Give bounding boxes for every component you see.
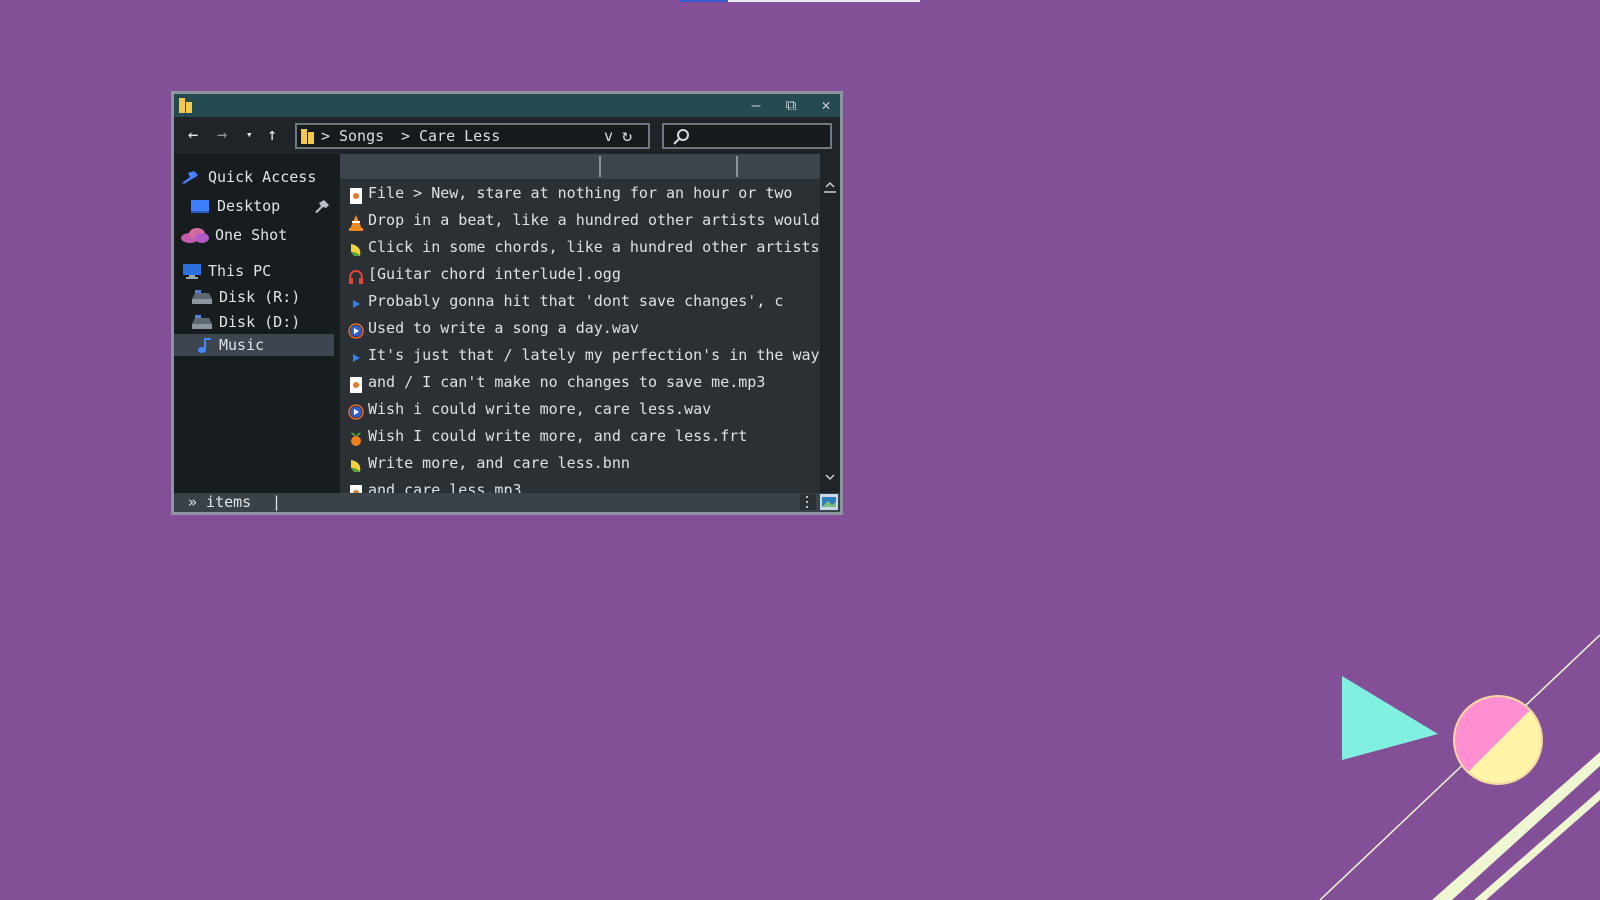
disk-drive-icon	[192, 315, 212, 329]
file-name: Probably gonna hit that 'dont save chang…	[368, 292, 784, 310]
navigation-pane: Quick Access Desktop One Shot This PC Di…	[174, 154, 340, 493]
sidebar-label: One Shot	[215, 226, 288, 244]
fruit-icon	[348, 429, 364, 446]
file-name: Click in some chords, like a hundred oth…	[368, 238, 820, 256]
pinned-icon	[315, 200, 329, 213]
cloud-icon	[181, 228, 209, 243]
play-arrow-icon	[348, 348, 364, 364]
vertical-scrollbar[interactable]	[820, 154, 840, 493]
file-name: Wish I could write more, and care less.f…	[368, 427, 748, 445]
media-player-icon	[348, 402, 364, 420]
details-view-icon[interactable]	[800, 494, 816, 510]
column-divider[interactable]	[599, 156, 601, 177]
thin-diagonal-line	[1319, 634, 1600, 900]
desktop: – ⧉ ✕ ← → ▾ ↑ > Songs > Care Less v ↻ Qu…	[0, 0, 1600, 900]
file-name: Wish i could write more, care less.wav	[368, 400, 712, 418]
music-note-icon	[198, 338, 211, 353]
banana-icon	[348, 456, 364, 472]
pin-icon	[182, 171, 198, 184]
sidebar-item-disk-r[interactable]: Disk (R:)	[174, 286, 340, 308]
sidebar-item-one-shot[interactable]: One Shot	[174, 224, 340, 246]
file-name: and / I can't make no changes to save me…	[368, 373, 766, 391]
sidebar-item-this-pc[interactable]: This PC	[174, 260, 340, 282]
disk-drive-icon	[192, 290, 212, 304]
text-file-icon	[348, 186, 364, 204]
sidebar-item-disk-d[interactable]: Disk (D:)	[174, 311, 340, 333]
teal-triangle	[1342, 676, 1438, 760]
narrow-stripe	[1474, 790, 1600, 900]
sidebar-label: Quick Access	[208, 168, 317, 186]
recent-locations-button[interactable]: ▾	[246, 125, 253, 145]
minimize-button[interactable]: –	[742, 95, 770, 116]
sidebar-label: Disk (R:)	[219, 288, 301, 306]
text-file-icon	[348, 483, 364, 493]
sidebar-item-music[interactable]: Music	[174, 334, 334, 356]
desktop-icon	[191, 200, 209, 213]
address-bar[interactable]: > Songs > Care Less v ↻	[295, 123, 650, 149]
status-divider: |	[272, 493, 282, 511]
sidebar-label: This PC	[208, 262, 272, 280]
banana-icon	[348, 240, 364, 256]
back-button[interactable]: ←	[188, 125, 198, 145]
up-button[interactable]: ↑	[267, 125, 277, 145]
sidebar-label: Disk (D:)	[219, 313, 301, 331]
file-name: Used to write a song a day.wav	[368, 319, 639, 337]
computer-icon	[183, 264, 201, 279]
file-name: and care less.mp3	[368, 481, 522, 493]
search-input[interactable]	[662, 123, 832, 149]
status-bar: » items |	[174, 493, 840, 512]
file-list: File > New, stare at nothing for an hour…	[340, 154, 820, 493]
navigation-bar: ← → ▾ ↑ > Songs > Care Less v ↻	[174, 117, 840, 154]
sidebar-item-desktop[interactable]: Desktop	[174, 195, 340, 217]
forward-button[interactable]: →	[217, 125, 227, 145]
file-name: Write more, and care less.bnn	[368, 454, 630, 472]
vlc-cone-icon	[348, 213, 364, 231]
title-bar[interactable]: – ⧉ ✕	[174, 94, 840, 117]
file-name: File > New, stare at nothing for an hour…	[368, 184, 793, 202]
text-file-icon	[348, 375, 364, 393]
search-icon	[673, 129, 689, 145]
sidebar-label: Desktop	[217, 197, 281, 215]
scroll-down-icon[interactable]	[824, 472, 836, 482]
headphones-icon	[348, 267, 364, 284]
file-name: [Guitar chord interlude].ogg	[368, 265, 621, 283]
thumbnail-view-icon[interactable]	[820, 494, 838, 510]
breadcrumb-separator: >	[401, 127, 411, 145]
sidebar-item-quick-access[interactable]: Quick Access	[174, 166, 340, 188]
folder-icon	[179, 98, 192, 113]
column-divider[interactable]	[736, 156, 738, 177]
close-button[interactable]: ✕	[812, 95, 840, 116]
file-name: Drop in a beat, like a hundred other art…	[368, 211, 820, 229]
address-dropdown-button[interactable]: v	[604, 126, 613, 146]
scroll-up-icon[interactable]	[824, 180, 836, 194]
play-arrow-icon	[348, 294, 364, 310]
breadcrumb-separator: >	[321, 127, 331, 145]
maximize-button[interactable]: ⧉	[777, 95, 805, 116]
breadcrumb-care-less[interactable]: Care Less	[419, 126, 500, 146]
sidebar-label: Music	[219, 336, 265, 354]
file-explorer-window: – ⧉ ✕ ← → ▾ ↑ > Songs > Care Less v ↻ Qu…	[171, 91, 843, 515]
folder-icon	[301, 129, 314, 144]
item-count-label: » items	[188, 493, 252, 511]
media-player-icon	[348, 321, 364, 339]
refresh-button[interactable]: ↻	[622, 126, 632, 146]
file-name: It's just that / lately my perfection's …	[368, 346, 820, 364]
column-headers[interactable]	[340, 154, 820, 179]
breadcrumb-songs[interactable]: Songs	[339, 126, 384, 146]
